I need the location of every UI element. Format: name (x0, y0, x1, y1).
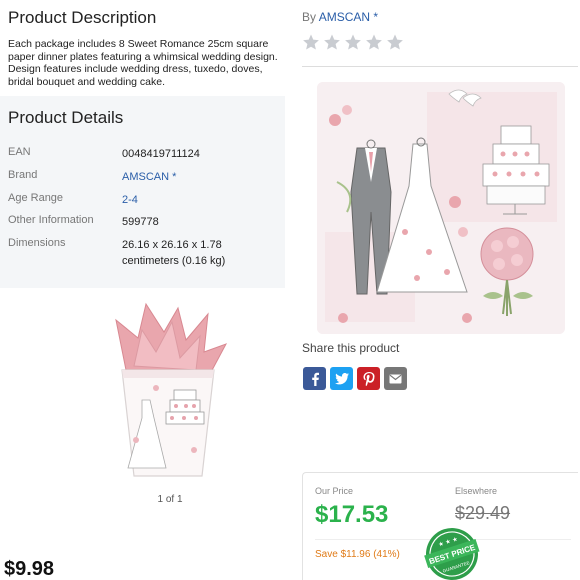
byline-brand-link[interactable]: AMSCAN * (319, 10, 378, 24)
detail-value: 26.16 x 26.16 x 1.78 centimeters (0.16 k… (122, 239, 226, 267)
plate-illustration (317, 82, 565, 334)
age-range-link[interactable]: 2-4 (122, 192, 272, 208)
gallery-pager: 1 of 1 (157, 494, 183, 505)
sticky-price: $9.98 (4, 558, 55, 580)
detail-value: 0048419711124 (122, 148, 200, 160)
best-price-guarantee-badge: BEST PRICE GUARANTEE ★ ★ ★ (424, 528, 480, 580)
byline-prefix: By (302, 10, 319, 24)
envelope-icon (389, 374, 402, 383)
price-card: Our Price $17.53 Elsewhere $29.49 Save $… (302, 472, 578, 580)
star-icon (345, 34, 361, 50)
our-price-label: Our Price (315, 486, 354, 496)
cup-illustration (115, 302, 228, 477)
twitter-icon (334, 372, 349, 384)
star-icon (366, 34, 382, 50)
star-icon (387, 34, 403, 50)
star-icon (303, 34, 319, 50)
byline: By AMSCAN * (302, 10, 378, 24)
email-share-button[interactable] (384, 367, 407, 390)
facebook-icon (311, 372, 319, 386)
elsewhere-label: Elsewhere (455, 486, 498, 496)
detail-label: Age Range (8, 192, 64, 204)
pinterest-share-button[interactable] (357, 367, 380, 390)
detail-value: 599778 (122, 216, 159, 228)
description-body: Each package includes 8 Sweet Romance 25… (8, 38, 278, 88)
divider (302, 66, 578, 67)
savings-text: Save $11.96 (41%) (315, 549, 400, 560)
our-price: $17.53 (315, 501, 389, 528)
description-title: Product Description (8, 8, 157, 27)
detail-label: Other Information (8, 214, 94, 226)
detail-label: Brand (8, 169, 38, 181)
detail-label: EAN (8, 146, 31, 158)
detail-label: Dimensions (8, 237, 66, 249)
share-buttons (303, 367, 407, 390)
star-icon (324, 34, 340, 50)
product-details-panel: Product Details EAN 0048419711124 Brand … (0, 96, 285, 288)
brand-link[interactable]: AMSCAN * (122, 169, 272, 185)
product-main-image[interactable] (317, 82, 565, 334)
share-label: Share this product (302, 341, 400, 355)
gallery-image-cup[interactable] (76, 300, 260, 478)
details-title: Product Details (8, 108, 124, 127)
elsewhere-price: $29.49 (455, 503, 511, 523)
rating-stars[interactable] (302, 33, 404, 51)
pinterest-icon (363, 371, 375, 386)
facebook-share-button[interactable] (303, 367, 326, 390)
twitter-share-button[interactable] (330, 367, 353, 390)
